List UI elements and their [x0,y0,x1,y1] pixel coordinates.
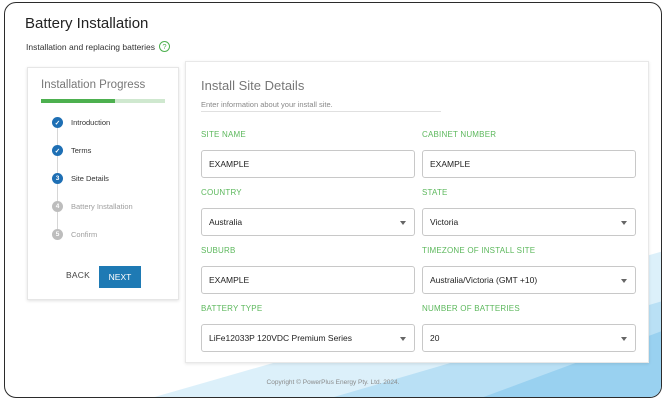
state-label: STATE [422,188,448,197]
app-window: Battery Installation Installation and re… [4,2,662,398]
chevron-down-icon [621,279,627,283]
step-label: Site Details [71,174,109,183]
step-introduction[interactable]: ✓ Introduction [52,117,110,128]
chevron-down-icon [621,337,627,341]
suburb-label: SUBURB [201,246,236,255]
help-icon[interactable]: ? [159,41,170,52]
check-icon: ✓ [52,145,63,156]
step-label: Terms [71,146,92,155]
check-icon: ✓ [52,117,63,128]
details-subtitle: Enter information about your install sit… [201,100,333,109]
country-select[interactable]: Australia [201,208,415,236]
site-name-input[interactable]: EXAMPLE [201,150,415,178]
battery-type-select[interactable]: LiFe12033P 120VDC Premium Series [201,324,415,352]
progress-title: Installation Progress [41,79,146,91]
progress-bar-fill [41,99,116,103]
battery-type-select-value: LiFe12033P 120VDC Premium Series [209,333,352,343]
step-number-badge: 5 [52,229,63,240]
timezone-select-value: Australia/Victoria (GMT +10) [430,275,538,285]
step-label: Confirm [71,230,98,239]
number-of-batteries-select-value: 20 [430,333,440,343]
footer-copyright: Copyright © PowerPlus Energy Pty. Ltd. 2… [266,379,400,386]
cabinet-number-label: CABINET NUMBER [422,130,497,139]
timezone-select[interactable]: Australia/Victoria (GMT +10) [422,266,636,294]
number-of-batteries-select[interactable]: 20 [422,324,636,352]
number-of-batteries-label: NUMBER OF BATTERIES [422,304,520,313]
step-site-details[interactable]: 3 Site Details [52,173,109,184]
step-label: Battery Installation [71,202,133,211]
timezone-label: TIMEZONE OF INSTALL SITE [422,246,536,255]
details-title: Install Site Details [201,78,305,93]
page-title: Battery Installation [25,15,149,32]
step-number-badge: 4 [52,201,63,212]
progress-bar [41,99,165,103]
state-select[interactable]: Victoria [422,208,636,236]
page-subtitle: Installation and replacing batteries ? [26,41,170,52]
back-button[interactable]: BACK [66,270,90,280]
chevron-down-icon [400,337,406,341]
site-name-label: SITE NAME [201,130,246,139]
step-terms[interactable]: ✓ Terms [52,145,91,156]
chevron-down-icon [400,221,406,225]
chevron-down-icon [621,221,627,225]
divider [201,111,441,112]
state-select-value: Victoria [430,217,459,227]
country-label: COUNTRY [201,188,242,197]
next-button[interactable]: NEXT [99,266,141,288]
suburb-input[interactable]: EXAMPLE [201,266,415,294]
battery-type-label: BATTERY TYPE [201,304,263,313]
step-label: Introduction [71,118,111,127]
step-confirm: 5 Confirm [52,229,97,240]
install-site-details-card: Install Site Details Enter information a… [185,61,649,363]
step-number-badge: 3 [52,173,63,184]
country-select-value: Australia [209,217,243,227]
cabinet-number-input[interactable]: EXAMPLE [422,150,636,178]
step-battery-installation: 4 Battery Installation [52,201,133,212]
installation-progress-card: Installation Progress ✓ Introduction ✓ T… [27,67,179,300]
page-subtitle-text: Installation and replacing batteries [26,41,155,52]
